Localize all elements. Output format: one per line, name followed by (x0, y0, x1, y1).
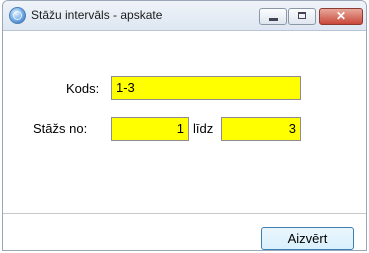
close-icon: ✕ (335, 9, 347, 23)
maximize-button[interactable] (288, 8, 316, 25)
lidz-label: līdz (193, 121, 214, 136)
app-icon (9, 7, 26, 24)
stazs-no-label: Stāžs no: (33, 121, 88, 136)
title-bar[interactable]: Stāžu intervāls - apskate ✕ (3, 1, 366, 31)
close-button[interactable]: Aizvērt (261, 227, 354, 250)
footer-separator (3, 213, 366, 214)
kods-field[interactable]: 1-3 (111, 76, 301, 100)
close-window-button[interactable]: ✕ (319, 8, 363, 25)
kods-label: Kods: (66, 81, 100, 96)
stazs-to-field[interactable]: 3 (221, 117, 301, 141)
window-title: Stāžu intervāls - apskate (31, 8, 163, 22)
minimize-button[interactable] (259, 8, 287, 25)
stazs-from-field[interactable]: 1 (111, 117, 189, 141)
dialog-window: Stāžu intervāls - apskate ✕ Kods: 1-3 St… (2, 0, 367, 251)
